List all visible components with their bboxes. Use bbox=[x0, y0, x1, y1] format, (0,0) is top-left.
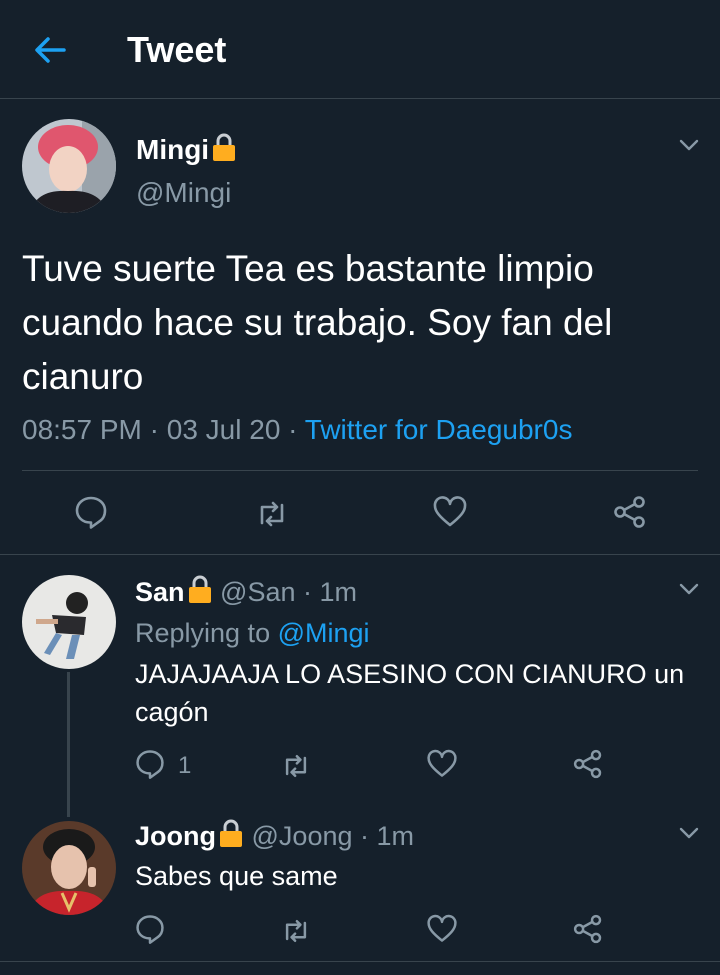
meta-separator: · bbox=[360, 821, 370, 851]
tweet-date: 03 Jul 20 bbox=[166, 414, 281, 445]
lock-icon bbox=[211, 132, 237, 169]
mention-link[interactable]: @Mingi bbox=[278, 618, 370, 648]
share-icon[interactable] bbox=[612, 494, 648, 530]
meta-separator: · bbox=[303, 577, 313, 607]
reply-count: 1 bbox=[178, 752, 192, 779]
reply-text: Sabes que same bbox=[135, 861, 338, 891]
author-name: Mingi bbox=[136, 134, 210, 165]
replying-to: Replying to @Mingi bbox=[135, 616, 370, 650]
reply-icon[interactable] bbox=[134, 748, 166, 780]
share-icon[interactable] bbox=[572, 913, 604, 945]
thread-line bbox=[67, 672, 70, 817]
main-tweet-author[interactable]: Mingi bbox=[136, 132, 237, 169]
reply-text: JAJAJAAJA LO ASESINO CON CIANURO un cagó… bbox=[135, 659, 685, 727]
author-name[interactable]: San bbox=[135, 577, 185, 607]
divider bbox=[0, 554, 720, 555]
avatar[interactable] bbox=[22, 821, 116, 915]
divider bbox=[22, 470, 698, 471]
author-name[interactable]: Joong bbox=[135, 821, 216, 851]
chevron-down-icon[interactable] bbox=[677, 133, 701, 157]
chevron-down-icon[interactable] bbox=[677, 577, 701, 601]
share-icon[interactable] bbox=[572, 748, 604, 780]
tweet-time: 08:57 PM bbox=[22, 414, 142, 445]
like-icon[interactable] bbox=[426, 748, 458, 780]
reply-time: 1m bbox=[376, 821, 415, 851]
tweet-text: Tuve suerte Tea es bastante limpio cuand… bbox=[22, 248, 613, 397]
author-handle[interactable]: @San bbox=[220, 577, 295, 607]
lock-icon bbox=[218, 818, 244, 856]
lock-icon bbox=[187, 574, 213, 612]
reply-icon[interactable] bbox=[134, 913, 166, 945]
retweet-icon[interactable] bbox=[254, 496, 290, 532]
reply-time: 1m bbox=[319, 577, 358, 607]
divider bbox=[0, 961, 720, 962]
chevron-down-icon[interactable] bbox=[677, 821, 701, 845]
replying-to-label: Replying to bbox=[135, 618, 271, 648]
page-title: Tweet bbox=[127, 29, 227, 70]
reply-header: San @San · 1m bbox=[135, 574, 357, 612]
top-bar bbox=[0, 0, 720, 99]
retweet-icon[interactable] bbox=[280, 915, 312, 947]
meta-separator: · bbox=[288, 414, 298, 445]
reply-header: Joong @Joong · 1m bbox=[135, 818, 414, 856]
author-handle[interactable]: @Mingi bbox=[136, 176, 231, 210]
author-handle[interactable]: @Joong bbox=[252, 821, 353, 851]
tweet-source-link[interactable]: Twitter for Daegubr0s bbox=[305, 414, 573, 445]
back-arrow-icon[interactable] bbox=[30, 30, 70, 70]
avatar[interactable] bbox=[22, 119, 116, 213]
avatar[interactable] bbox=[22, 575, 116, 669]
reply-icon[interactable] bbox=[73, 494, 109, 530]
retweet-icon[interactable] bbox=[280, 750, 312, 782]
like-icon[interactable] bbox=[426, 913, 458, 945]
tweet-meta: 08:57 PM · 03 Jul 20 · Twitter for Daegu… bbox=[22, 412, 572, 448]
like-icon[interactable] bbox=[432, 494, 468, 530]
meta-separator: · bbox=[149, 414, 159, 445]
